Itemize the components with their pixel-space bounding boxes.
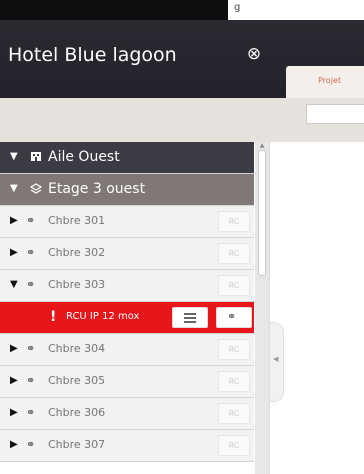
- tree-item-label: Etage 3 ouest: [48, 181, 146, 197]
- rc-badge: RC: [218, 435, 250, 456]
- chevron-right-icon[interactable]: ▶: [10, 215, 18, 226]
- rc-badge: RC: [218, 371, 250, 392]
- chevron-down-icon[interactable]: ▼: [10, 183, 18, 194]
- tree-item-label: Chbre 301: [48, 214, 106, 227]
- rc-badge: RC: [218, 339, 250, 360]
- tree-item-label: Chbre 306: [48, 406, 106, 419]
- chevron-right-icon[interactable]: ▶: [10, 407, 18, 418]
- room-icon: ⚭: [26, 406, 36, 419]
- tree-item-rcu-alert[interactable]: ! RCU IP 12 mox ⚭: [0, 302, 254, 334]
- hotel-title: Hotel Blue lagoon: [8, 44, 177, 66]
- floor-icon: [29, 182, 43, 197]
- tree-item-chbre-303[interactable]: ▼ ⚭ Chbre 303 RC: [0, 270, 254, 302]
- room-icon: ⚭: [26, 278, 36, 291]
- tree-item-label: Chbre 307: [48, 438, 106, 451]
- room-icon: ⚭: [26, 246, 36, 259]
- close-icon[interactable]: ⊗: [244, 44, 264, 64]
- tree-item-label: Chbre 304: [48, 342, 106, 355]
- tree-item-label: RCU IP 12 mox: [66, 311, 140, 322]
- scroll-up-icon[interactable]: ▲: [258, 142, 266, 150]
- search-input[interactable]: [306, 104, 364, 124]
- chevron-right-icon[interactable]: ▶: [10, 343, 18, 354]
- warning-icon: !: [50, 309, 57, 325]
- tree-item-label: Chbre 305: [48, 374, 106, 387]
- panel-divider: [269, 142, 270, 474]
- tree-item-chbre-304[interactable]: ▶ ⚭ Chbre 304 RC: [0, 334, 254, 366]
- building-icon: [30, 150, 42, 165]
- rc-badge: RC: [218, 403, 250, 424]
- tab-projet[interactable]: Projet: [286, 66, 364, 98]
- tree-item-aile-ouest[interactable]: ▼ Aile Ouest: [0, 142, 254, 174]
- room-icon: ⚭: [26, 214, 36, 227]
- top-dark-block: [0, 0, 228, 20]
- tree-item-label: Aile Ouest: [48, 149, 120, 165]
- top-title-fragment: g: [234, 2, 241, 13]
- window-top-strip: g: [0, 0, 364, 20]
- rc-badge: RC: [218, 275, 250, 296]
- chevron-left-icon: ◀: [273, 355, 279, 363]
- link-button[interactable]: ⚭: [216, 307, 252, 328]
- menu-lines-icon: [184, 313, 196, 323]
- tab-projet-label: Projet: [318, 76, 341, 85]
- chevron-right-icon[interactable]: ▶: [10, 375, 18, 386]
- menu-button[interactable]: [172, 307, 208, 328]
- collapse-panel-handle[interactable]: ◀: [270, 322, 284, 402]
- rc-badge: RC: [218, 211, 250, 232]
- chevron-down-icon[interactable]: ▼: [10, 151, 18, 162]
- tree-item-chbre-305[interactable]: ▶ ⚭ Chbre 305 RC: [0, 366, 254, 398]
- tree-item-chbre-307[interactable]: ▶ ⚭ Chbre 307 RC: [0, 430, 254, 462]
- chevron-right-icon[interactable]: ▶: [10, 247, 18, 258]
- tree-item-label: Chbre 302: [48, 246, 106, 259]
- chevron-down-icon[interactable]: ▼: [10, 279, 18, 290]
- tree-item-chbre-302[interactable]: ▶ ⚭ Chbre 302 RC: [0, 238, 254, 270]
- tree-item-label: Chbre 303: [48, 278, 106, 291]
- room-icon: ⚭: [26, 374, 36, 387]
- tree-item-chbre-301[interactable]: ▶ ⚭ Chbre 301 RC: [0, 206, 254, 238]
- tree-item-etage-3-ouest[interactable]: ▼ Etage 3 ouest: [0, 174, 254, 206]
- room-icon: ⚭: [26, 438, 36, 451]
- tree-item-chbre-306[interactable]: ▶ ⚭ Chbre 306 RC: [0, 398, 254, 430]
- scroll-thumb[interactable]: [258, 150, 266, 276]
- link-icon: ⚭: [227, 310, 237, 323]
- chevron-right-icon[interactable]: ▶: [10, 439, 18, 450]
- rc-badge: RC: [218, 243, 250, 264]
- room-icon: ⚭: [26, 342, 36, 355]
